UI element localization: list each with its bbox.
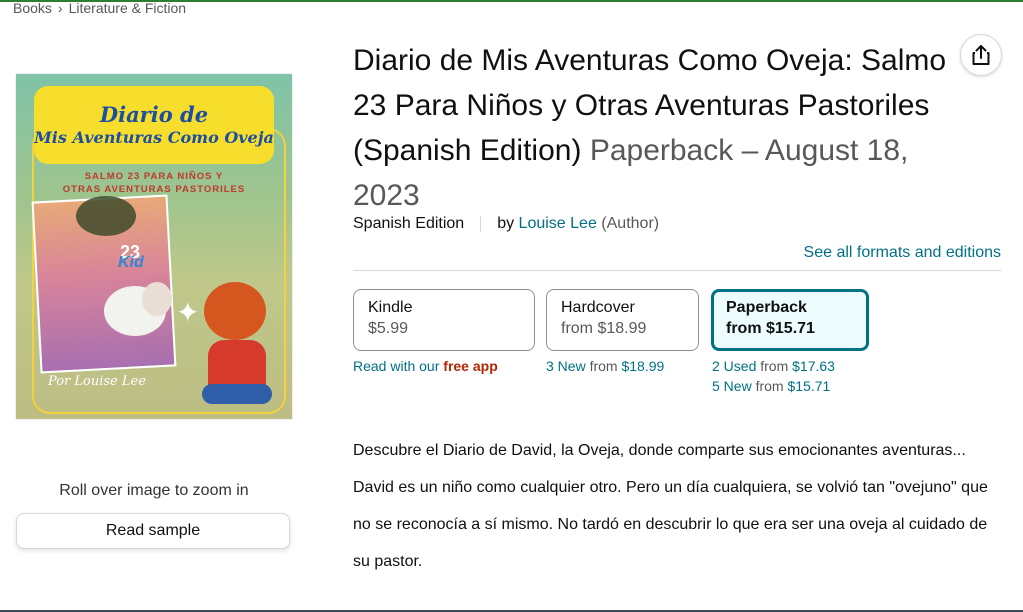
share-button[interactable] — [960, 34, 1002, 76]
breadcrumb-literature-fiction[interactable]: Literature & Fiction — [69, 0, 187, 16]
cover-boy-legs — [202, 384, 272, 404]
share-icon — [972, 45, 990, 65]
cover-sheep-head — [142, 282, 172, 316]
author-role: (Author) — [601, 215, 660, 232]
format-kindle-button[interactable]: Kindle $5.99 — [353, 289, 535, 351]
edition-label: Spanish Edition — [353, 215, 465, 232]
cover-title-line1: Diario de — [99, 102, 209, 127]
byline-divider — [480, 215, 482, 232]
description-paragraph: Descubre el Diario de David, la Oveja, d… — [353, 442, 966, 459]
kindle-note-prefix[interactable]: Read with our — [353, 358, 439, 374]
sparkle-icon: ✦ — [176, 297, 200, 328]
offer-from: from — [760, 358, 789, 374]
kindle-note: Read with our free app — [353, 356, 498, 376]
breadcrumb-books[interactable]: Books — [13, 0, 52, 16]
book-description: Descubre el Diario de David, la Oveja, d… — [353, 432, 993, 580]
paperback-used-offers[interactable]: 2 Used from $17.63 — [712, 356, 835, 376]
book-cover-image[interactable]: Diario de Mis Aventuras Como Oveja SALMO… — [16, 74, 292, 419]
offer-price: $17.63 — [792, 358, 835, 374]
paperback-new-offers[interactable]: 5 New from $15.71 — [712, 376, 830, 396]
offer-from: from — [755, 378, 784, 394]
zoom-hint: Roll over image to zoom in — [59, 482, 249, 499]
format-price: from $18.99 — [561, 320, 647, 337]
cover-author: Por Louise Lee — [48, 374, 146, 389]
cover-boy-shirt — [208, 340, 266, 390]
breadcrumb: Books › Literature & Fiction — [13, 0, 186, 16]
by-label: by — [497, 215, 515, 232]
cover-inner-kid: Kid — [118, 254, 144, 271]
offer-count: 3 New — [546, 358, 586, 374]
cover-subtitle: SALMO 23 PARA NIÑOS Y OTRAS AVENTURAS PA… — [16, 170, 292, 196]
read-sample-button[interactable]: Read sample — [16, 513, 290, 549]
hardcover-new-offers[interactable]: 3 New from $18.99 — [546, 356, 664, 376]
offer-price: $18.99 — [621, 358, 665, 374]
product-title: Diario de Mis Aventuras Como Oveja: Salm… — [353, 38, 963, 218]
cover-title-line2: Mis Aventuras Como Oveja — [34, 128, 274, 147]
offer-from: from — [589, 358, 618, 374]
cover-tree — [76, 196, 136, 236]
see-all-formats-link[interactable]: See all formats and editions — [804, 244, 1001, 262]
format-name: Hardcover — [561, 299, 635, 316]
format-paperback-button[interactable]: Paperback from $15.71 — [711, 289, 869, 351]
cover-subtitle-line1: SALMO 23 PARA NIÑOS Y — [84, 171, 224, 182]
cover-boy-hair — [204, 282, 266, 340]
divider — [353, 270, 1001, 271]
cover-subtitle-line2: OTRAS AVENTURAS PASTORILES — [62, 184, 246, 195]
format-name: Paperback — [726, 299, 807, 316]
author-link[interactable]: Louise Lee — [519, 215, 597, 232]
format-price: $5.99 — [368, 320, 409, 337]
format-name: Kindle — [368, 299, 413, 316]
breadcrumb-separator: › — [57, 0, 63, 16]
free-app-link[interactable]: free app — [443, 358, 497, 374]
offer-price: $15.71 — [787, 378, 831, 394]
format-hardcover-button[interactable]: Hardcover from $18.99 — [546, 289, 699, 351]
offer-count: 5 New — [712, 378, 752, 394]
offer-count: 2 Used — [712, 358, 757, 374]
byline: Spanish Edition by Louise Lee (Author) — [353, 215, 659, 233]
format-price: from $15.71 — [726, 320, 815, 337]
description-paragraph: David es un niño como cualquier otro. Pe… — [353, 479, 988, 570]
